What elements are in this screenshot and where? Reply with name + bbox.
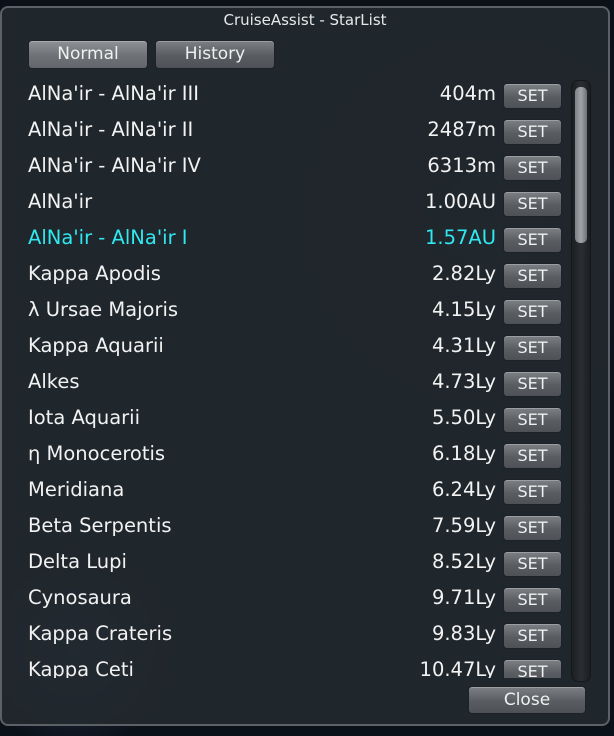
star-distance: 2487m <box>427 118 496 141</box>
set-button[interactable]: SET <box>503 407 562 433</box>
set-button[interactable]: SET <box>503 299 562 325</box>
star-row[interactable]: η Monocerotis 6.18Ly SET <box>16 438 562 474</box>
set-button[interactable]: SET <box>503 659 562 678</box>
set-button[interactable]: SET <box>503 263 562 289</box>
star-row[interactable]: Kappa Crateris 9.83Ly SET <box>16 618 562 654</box>
set-button[interactable]: SET <box>503 623 562 649</box>
star-row[interactable]: AlNa'ir - AlNa'ir IV 6313m SET <box>16 150 562 186</box>
star-distance: 10.47Ly <box>419 658 496 678</box>
star-distance: 7.59Ly <box>431 514 496 537</box>
set-button[interactable]: SET <box>503 227 562 253</box>
star-name: Cynosaura <box>28 586 132 609</box>
star-distance: 9.71Ly <box>431 586 496 609</box>
star-distance: 8.52Ly <box>431 550 496 573</box>
scrollbar-thumb[interactable] <box>575 87 587 243</box>
star-row[interactable]: AlNa'ir - AlNa'ir II 2487m SET <box>16 114 562 150</box>
star-distance: 2.82Ly <box>431 262 496 285</box>
star-distance: 9.83Ly <box>431 622 496 645</box>
star-row[interactable]: Beta Serpentis 7.59Ly SET <box>16 510 562 546</box>
scrollbar[interactable] <box>571 80 591 682</box>
star-row[interactable]: λ Ursae Majoris 4.15Ly SET <box>16 294 562 330</box>
set-button[interactable]: SET <box>503 119 562 145</box>
star-name: λ Ursae Majoris <box>28 298 179 321</box>
star-row[interactable]: Iota Aquarii 5.50Ly SET <box>16 402 562 438</box>
star-name: AlNa'ir - AlNa'ir I <box>28 226 188 249</box>
star-row[interactable]: Kappa Aquarii 4.31Ly SET <box>16 330 562 366</box>
star-row[interactable]: Alkes 4.73Ly SET <box>16 366 562 402</box>
star-distance: 4.73Ly <box>431 370 496 393</box>
star-distance: 4.31Ly <box>431 334 496 357</box>
star-list: AlNa'ir - AlNa'ir III 404m SET AlNa'ir - Al… <box>16 78 562 678</box>
star-distance: 6313m <box>427 154 496 177</box>
window-title: CruiseAssist - StarList <box>223 11 387 29</box>
star-name: Delta Lupi <box>28 550 127 573</box>
star-name: AlNa'ir <box>28 190 93 213</box>
set-button[interactable]: SET <box>503 371 562 397</box>
star-distance: 4.15Ly <box>431 298 496 321</box>
star-name: Kappa Apodis <box>28 262 161 285</box>
tab-history[interactable]: History <box>155 40 275 69</box>
starlist-window: CruiseAssist - StarList Normal History A… <box>0 6 610 726</box>
star-row[interactable]: AlNa'ir 1.00AU SET <box>16 186 562 222</box>
set-button[interactable]: SET <box>503 155 562 181</box>
set-button[interactable]: SET <box>503 515 562 541</box>
set-button[interactable]: SET <box>503 83 562 109</box>
star-name: AlNa'ir - AlNa'ir II <box>28 118 194 141</box>
close-button[interactable]: Close <box>468 686 586 714</box>
set-button[interactable]: SET <box>503 551 562 577</box>
star-distance: 1.57AU <box>424 226 496 249</box>
star-distance: 1.00AU <box>424 190 496 213</box>
star-row[interactable]: Meridiana 6.24Ly SET <box>16 474 562 510</box>
set-button[interactable]: SET <box>503 479 562 505</box>
star-name: Kappa Aquarii <box>28 334 164 357</box>
star-distance: 6.24Ly <box>431 478 496 501</box>
star-row[interactable]: Delta Lupi 8.52Ly SET <box>16 546 562 582</box>
set-button[interactable]: SET <box>503 443 562 469</box>
star-name: AlNa'ir - AlNa'ir IV <box>28 154 201 177</box>
star-name: Alkes <box>28 370 80 393</box>
star-name: Iota Aquarii <box>28 406 141 429</box>
star-name: η Monocerotis <box>28 442 166 465</box>
star-distance: 404m <box>439 82 496 105</box>
star-row[interactable]: Cynosaura 9.71Ly SET <box>16 582 562 618</box>
star-row[interactable]: Kappa Ceti 10.47Ly SET <box>16 654 562 678</box>
star-name: Meridiana <box>28 478 125 501</box>
star-row[interactable]: AlNa'ir - AlNa'ir III 404m SET <box>16 78 562 114</box>
set-button[interactable]: SET <box>503 587 562 613</box>
star-distance: 5.50Ly <box>431 406 496 429</box>
tab-normal[interactable]: Normal <box>28 40 148 69</box>
star-name: AlNa'ir - AlNa'ir III <box>28 82 200 105</box>
star-row[interactable]: AlNa'ir - AlNa'ir I 1.57AU SET <box>16 222 562 258</box>
star-name: Kappa Ceti <box>28 658 134 678</box>
set-button[interactable]: SET <box>503 335 562 361</box>
set-button[interactable]: SET <box>503 191 562 217</box>
star-name: Kappa Crateris <box>28 622 173 645</box>
star-name: Beta Serpentis <box>28 514 172 537</box>
star-distance: 6.18Ly <box>431 442 496 465</box>
star-row[interactable]: Kappa Apodis 2.82Ly SET <box>16 258 562 294</box>
